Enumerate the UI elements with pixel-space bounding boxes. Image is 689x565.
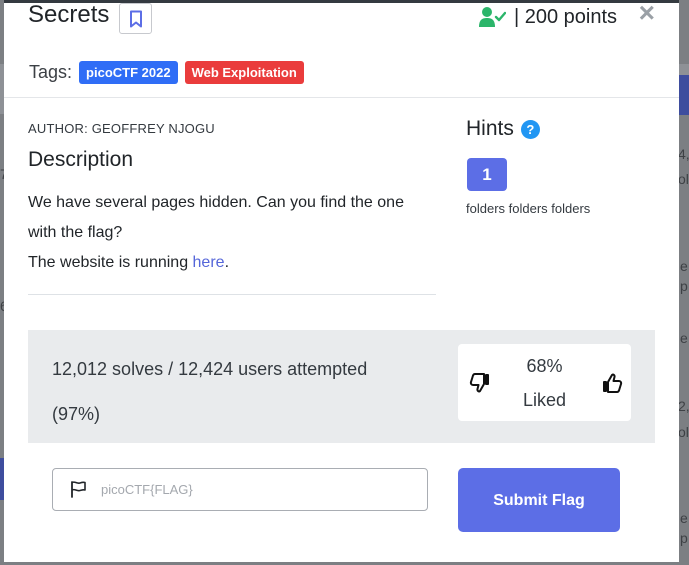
background-blue-block bbox=[679, 75, 689, 115]
flag-input-wrapper bbox=[52, 468, 428, 511]
description-website-line: The website is running here. bbox=[28, 248, 428, 278]
tags-label: Tags: bbox=[29, 62, 73, 82]
challenge-title: Secrets bbox=[28, 1, 110, 28]
flag-input[interactable] bbox=[101, 469, 421, 510]
challenge-modal: Secrets | 200 points × Tags: picoCTF 202… bbox=[4, 0, 679, 562]
background-fragment: e bbox=[680, 258, 688, 274]
background-fragment: 4, bbox=[678, 146, 689, 162]
description-divider bbox=[28, 294, 436, 295]
help-icon[interactable]: ? bbox=[520, 119, 540, 139]
user-check-icon bbox=[478, 7, 506, 27]
hint-1-button[interactable]: 1 bbox=[467, 158, 507, 191]
solves-stats: 12,012 solves / 12,424 users attempted (… bbox=[52, 359, 368, 424]
submit-flag-button[interactable]: Submit Flag bbox=[458, 468, 620, 532]
hints-label: Hints bbox=[466, 117, 514, 140]
stats-panel: 12,012 solves / 12,424 users attempted (… bbox=[28, 330, 655, 443]
background-fragment: olv bbox=[678, 171, 689, 187]
tags-row: Tags: picoCTF 2022 Web Exploitation bbox=[29, 61, 311, 84]
background-fragment: olv bbox=[678, 424, 689, 440]
website-link[interactable]: here bbox=[193, 254, 225, 271]
description-text: We have several pages hidden. Can you fi… bbox=[28, 194, 404, 241]
hint-text: folders folders folders bbox=[466, 201, 591, 216]
flag-icon bbox=[71, 481, 86, 498]
background-fragment: 2, bbox=[678, 398, 689, 414]
points-label: | 200 points bbox=[513, 5, 617, 28]
modal-header: Secrets | 200 points × Tags: picoCTF 202… bbox=[4, 3, 679, 98]
description-suffix: . bbox=[224, 254, 230, 271]
author-label: AUTHOR: GEOFFREY NJOGU bbox=[28, 121, 215, 136]
tag-web-exploitation[interactable]: Web Exploitation bbox=[184, 61, 304, 84]
like-card: 68% Liked bbox=[458, 344, 631, 421]
hints-heading: Hints ? bbox=[466, 117, 540, 141]
background-fragment: e bbox=[680, 510, 688, 526]
bookmark-icon bbox=[129, 10, 142, 27]
description-body: We have several pages hidden. Can you fi… bbox=[28, 188, 428, 278]
description-prefix: The website is running bbox=[28, 254, 193, 271]
background-fragment: p bbox=[680, 278, 688, 294]
close-button[interactable]: × bbox=[639, 3, 655, 27]
thumbs-up-icon[interactable] bbox=[601, 372, 623, 394]
background-fragment: p bbox=[680, 530, 688, 546]
background-fragment: e bbox=[680, 330, 688, 346]
description-heading: Description bbox=[28, 148, 134, 171]
bookmark-button[interactable] bbox=[119, 3, 152, 34]
tag-picoctf-2022[interactable]: picoCTF 2022 bbox=[79, 61, 178, 84]
points-display: | 200 points bbox=[478, 3, 617, 31]
